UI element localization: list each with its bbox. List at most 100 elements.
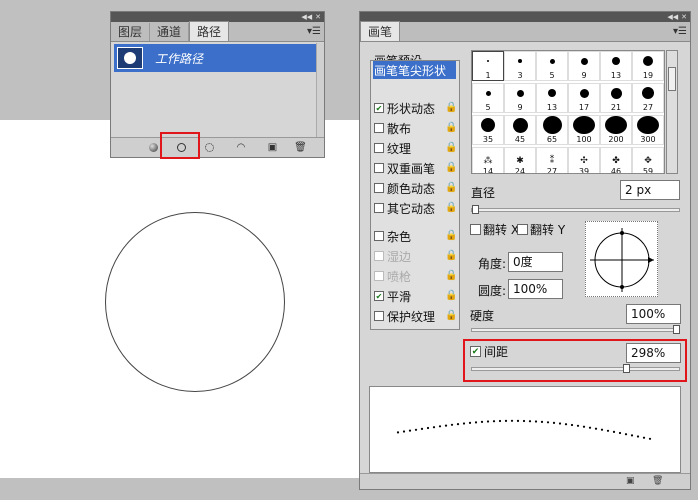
brush-tip-size: 21 — [610, 103, 622, 112]
flip-y-checkbox[interactable] — [517, 224, 528, 235]
option-checkbox[interactable] — [374, 231, 384, 241]
stroke-dot — [618, 431, 622, 435]
brush-option-7[interactable]: 杂色 🔒 — [374, 227, 457, 245]
paths-scrollbar[interactable] — [316, 43, 324, 149]
make-work-path-icon[interactable]: ◠ — [231, 141, 251, 154]
brush-option-6[interactable]: 其它动态 🔒 — [374, 199, 457, 217]
brush-tip-6[interactable]: 5 — [472, 83, 504, 113]
brush-panel-titlebar[interactable]: ◀◀ ✕ — [360, 12, 690, 22]
angle-input[interactable]: 0度 — [508, 252, 563, 272]
brush-option-4[interactable]: 双重画笔 🔒 — [374, 159, 457, 177]
scroll-thumb[interactable] — [668, 67, 676, 91]
diameter-input[interactable]: 2 px — [620, 180, 680, 200]
diameter-slider-knob[interactable] — [472, 205, 479, 214]
lock-icon[interactable]: 🔒 — [445, 202, 457, 213]
brush-tip-10[interactable]: 21 — [600, 83, 632, 113]
brush-option-10[interactable]: ✔ 平滑 🔒 — [374, 287, 457, 305]
option-checkbox[interactable] — [374, 123, 384, 133]
brush-angle-preview[interactable] — [585, 221, 658, 297]
brush-grid-scrollbar[interactable] — [666, 50, 678, 174]
flip-y-group[interactable]: 翻转 Y — [517, 221, 565, 238]
new-preset-icon[interactable]: ▣ — [626, 476, 635, 486]
option-checkbox[interactable] — [374, 251, 384, 261]
brush-tip-23[interactable]: ✥ 59 — [632, 147, 664, 173]
option-checkbox[interactable] — [374, 271, 384, 281]
delete-preset-icon[interactable]: 🗑 — [652, 476, 663, 486]
lock-icon[interactable]: 🔒 — [445, 182, 457, 193]
hardness-slider-knob[interactable] — [673, 325, 680, 334]
brush-option-9[interactable]: 喷枪 🔒 — [374, 267, 457, 285]
brush-tip-16[interactable]: 200 — [600, 115, 632, 145]
tab-brush[interactable]: 画笔 — [360, 21, 401, 41]
lock-icon[interactable]: 🔒 — [445, 122, 457, 133]
brush-tip-14[interactable]: 65 — [536, 115, 568, 145]
option-checkbox[interactable] — [374, 143, 384, 153]
stroke-dot — [558, 422, 562, 425]
close-icon[interactable]: ✕ — [315, 12, 321, 22]
hardness-input[interactable]: 100% — [626, 304, 681, 324]
panel-menu-icon[interactable]: ▾☰ — [673, 26, 687, 37]
brush-option-11[interactable]: 保护纹理 🔒 — [374, 307, 457, 325]
lock-icon[interactable]: 🔒 — [445, 290, 457, 301]
brush-tip-21[interactable]: ✣ 39 — [568, 147, 600, 173]
brush-tip-7[interactable]: 9 — [504, 83, 536, 113]
brush-option-0[interactable]: 画笔笔尖形状 — [373, 61, 456, 79]
new-path-icon[interactable]: ▣ — [266, 141, 279, 154]
roundness-input[interactable]: 100% — [508, 279, 563, 299]
brush-option-1[interactable]: ✔ 形状动态 🔒 — [374, 99, 457, 117]
option-checkbox[interactable] — [374, 163, 384, 173]
brush-tip-12[interactable]: 35 — [472, 115, 504, 145]
lock-icon[interactable]: 🔒 — [445, 230, 457, 241]
brush-option-3[interactable]: 纹理 🔒 — [374, 139, 457, 157]
tab-channels[interactable]: 通道 — [150, 23, 190, 41]
brush-tip-22[interactable]: ✤ 46 — [600, 147, 632, 173]
brush-tip-size: 9 — [581, 71, 587, 80]
brush-option-2[interactable]: 散布 🔒 — [374, 119, 457, 137]
brush-option-5[interactable]: 颜色动态 🔒 — [374, 179, 457, 197]
brush-tip-17[interactable]: 300 — [632, 115, 664, 145]
brush-tip-3[interactable]: 9 — [568, 51, 600, 81]
brush-tip-19[interactable]: ✱ 24 — [504, 147, 536, 173]
brush-tip-18[interactable]: ⁂ 14 — [472, 147, 504, 173]
diameter-slider[interactable] — [471, 205, 680, 214]
stroke-dot — [600, 428, 604, 431]
load-selection-icon[interactable] — [203, 141, 216, 154]
lock-icon[interactable]: 🔒 — [445, 162, 457, 173]
flip-x-group[interactable]: 翻转 X — [470, 221, 519, 238]
option-checkbox[interactable]: ✔ — [374, 103, 384, 113]
path-row-work-path[interactable]: 工作路径 — [114, 44, 318, 72]
brush-tip-2[interactable]: 5 — [536, 51, 568, 81]
hardness-slider[interactable] — [471, 325, 680, 334]
tab-layers[interactable]: 图层 — [111, 23, 151, 41]
brush-tip-size: 65 — [546, 135, 558, 144]
collapse-icon[interactable]: ◀◀ — [301, 12, 312, 22]
brush-tip-9[interactable]: 17 — [568, 83, 600, 113]
lock-icon[interactable]: 🔒 — [445, 270, 457, 281]
lock-icon[interactable]: 🔒 — [445, 142, 457, 153]
lock-icon[interactable]: 🔒 — [445, 102, 457, 113]
tab-paths[interactable]: 路径 — [189, 21, 230, 41]
option-checkbox[interactable]: ✔ — [374, 291, 384, 301]
brush-tip-1[interactable]: 3 — [504, 51, 536, 81]
delete-path-icon[interactable]: 🗑 — [294, 141, 307, 154]
brush-tip-13[interactable]: 45 — [504, 115, 536, 145]
lock-icon[interactable]: 🔒 — [445, 310, 457, 321]
close-icon[interactable]: ✕ — [681, 12, 687, 22]
panel-menu-icon[interactable]: ▾☰ — [307, 26, 321, 37]
brush-tip-5[interactable]: 19 — [632, 51, 664, 81]
brush-tip-texture-icon: ⁂ — [483, 156, 493, 166]
brush-tip-11[interactable]: 27 — [632, 83, 664, 113]
flip-x-checkbox[interactable] — [470, 224, 481, 235]
brush-tip-0[interactable]: 1 — [472, 51, 504, 81]
brush-tip-20[interactable]: ⁑ 27 — [536, 147, 568, 173]
brush-tip-8[interactable]: 13 — [536, 83, 568, 113]
brush-tip-4[interactable]: 13 — [600, 51, 632, 81]
option-checkbox[interactable] — [374, 311, 384, 321]
lock-icon[interactable]: 🔒 — [445, 250, 457, 261]
brush-tip-15[interactable]: 100 — [568, 115, 600, 145]
brush-option-8[interactable]: 湿边 🔒 — [374, 247, 457, 265]
fill-path-icon[interactable] — [147, 141, 160, 154]
collapse-icon[interactable]: ◀◀ — [667, 12, 678, 22]
option-checkbox[interactable] — [374, 183, 384, 193]
option-checkbox[interactable] — [374, 203, 384, 213]
